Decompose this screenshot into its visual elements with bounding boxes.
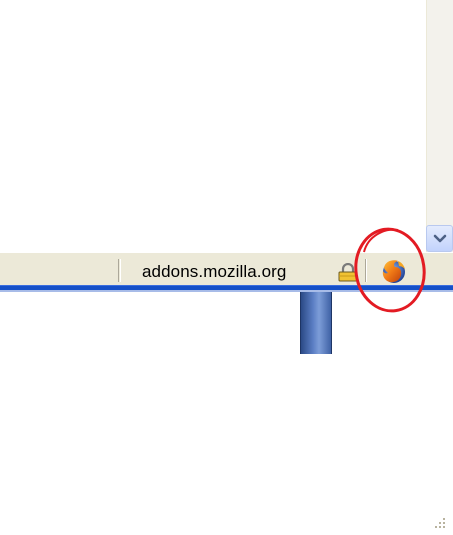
vertical-scrollbar-track[interactable]	[426, 0, 453, 252]
taskbar-button-edge[interactable]	[300, 292, 332, 354]
chevron-down-icon	[433, 234, 446, 242]
page-content-area	[0, 0, 426, 252]
status-url-text: addons.mozilla.org	[142, 262, 287, 281]
status-panel-message	[0, 259, 119, 282]
resize-grip-icon[interactable]	[428, 511, 450, 535]
annotation-circle	[354, 227, 426, 313]
